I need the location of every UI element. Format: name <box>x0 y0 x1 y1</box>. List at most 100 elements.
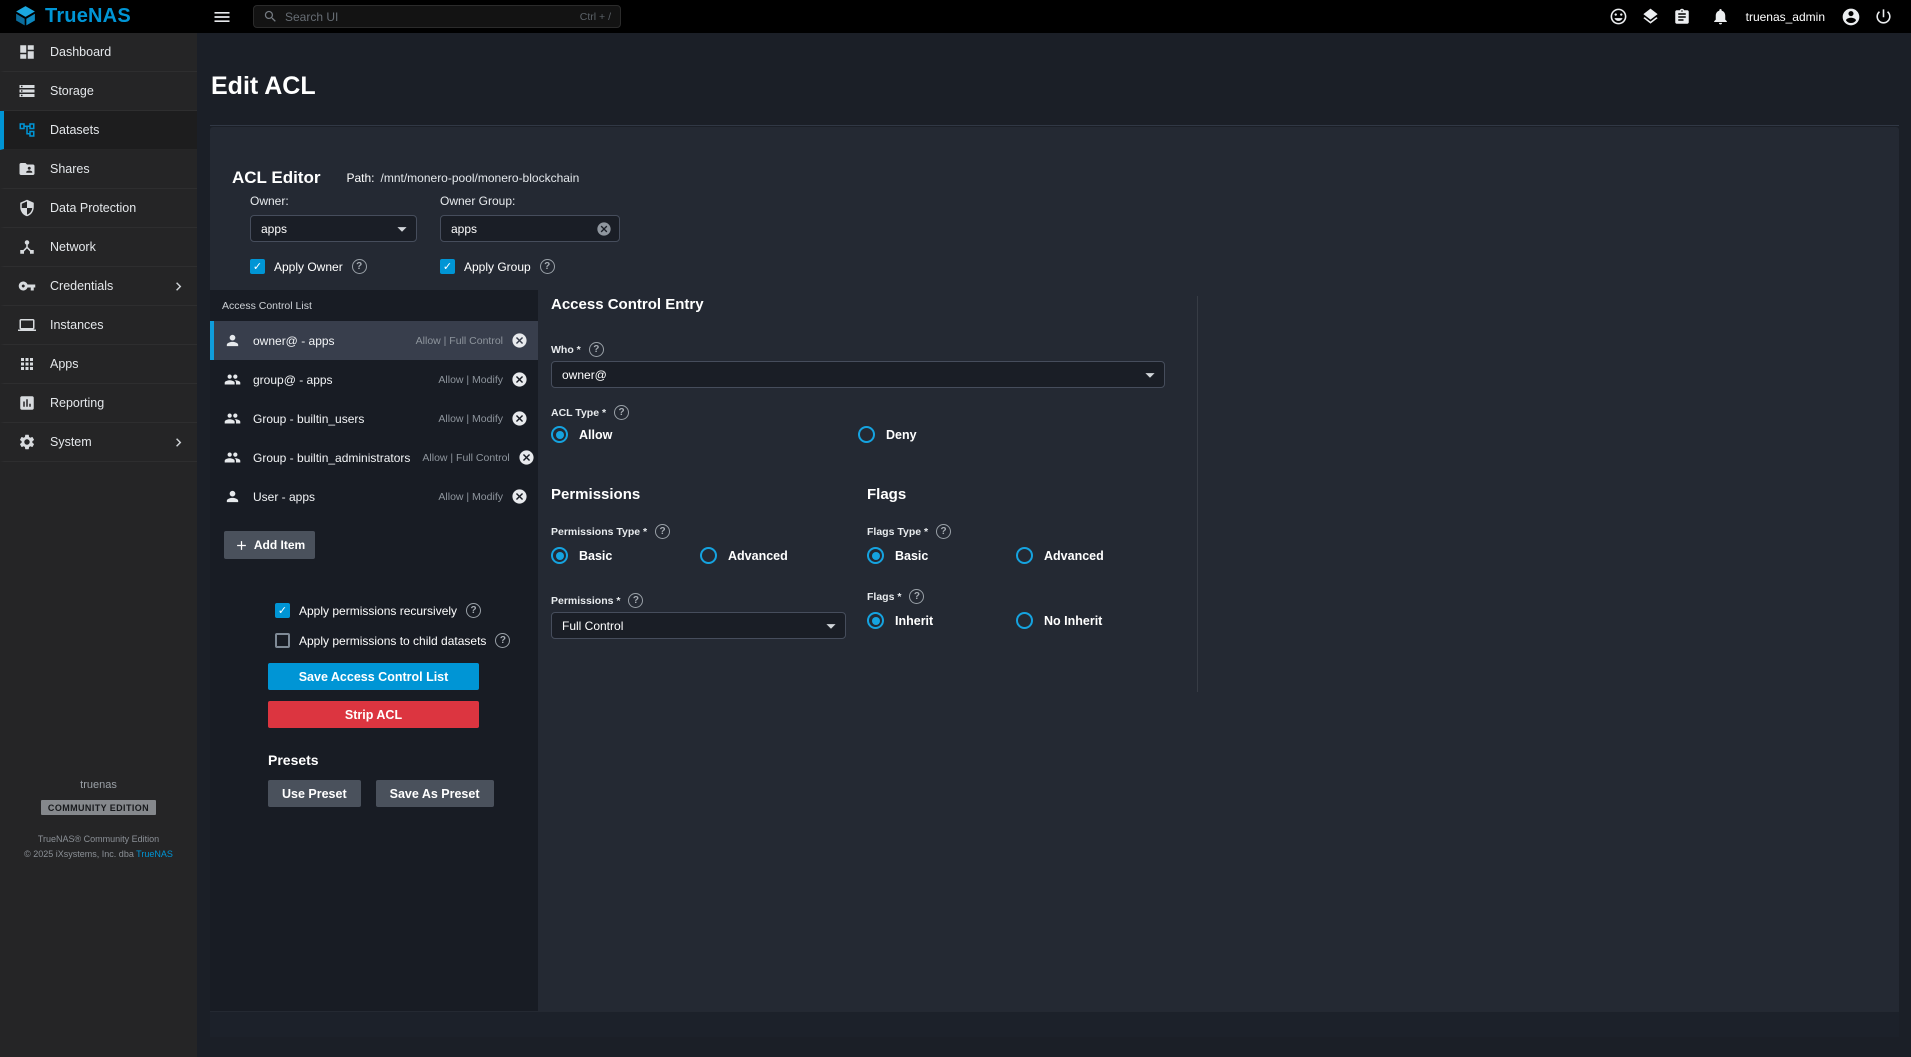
acl-entry-row[interactable]: owner@ - apps Allow | Full Control <box>210 321 538 360</box>
truenas-logo-icon <box>13 4 38 29</box>
sidebar-item-dashboard[interactable]: Dashboard <box>0 33 197 72</box>
acl-entry-row[interactable]: Group - builtin_users Allow | Modify <box>210 399 538 438</box>
sidebar-item-reporting[interactable]: Reporting <box>0 384 197 423</box>
sidebar-item-instances[interactable]: Instances <box>0 306 197 345</box>
use-preset-button[interactable]: Use Preset <box>268 780 361 807</box>
help-icon[interactable]: ? <box>628 593 643 608</box>
who-select-value: owner@ <box>562 368 1139 382</box>
acl-editor-card: ACL Editor Path: /mnt/monero-pool/monero… <box>210 127 1899 1037</box>
acl-entry-permission: Allow | Full Control <box>422 452 509 464</box>
help-icon[interactable]: ? <box>655 524 670 539</box>
add-item-button[interactable]: Add Item <box>224 531 315 559</box>
radio-icon <box>1016 547 1033 564</box>
radio-label: Basic <box>579 549 612 563</box>
sidebar-item-storage[interactable]: Storage <box>0 72 197 111</box>
acl-type-allow-radio[interactable]: Allow <box>551 426 612 443</box>
permissions-select[interactable]: Full Control <box>551 612 846 639</box>
acl-panes: Access Control List owner@ - apps Allow … <box>210 290 1899 1011</box>
apply-owner-checkbox-row[interactable]: ✓ Apply Owner ? <box>250 259 417 274</box>
permissions-type-label: Permissions Type * ? <box>551 524 670 539</box>
notifications-icon[interactable] <box>1711 7 1730 26</box>
strip-acl-button[interactable]: Strip ACL <box>268 701 479 728</box>
flags-inherit-radio[interactable]: Inherit <box>867 612 933 629</box>
delete-entry-icon[interactable] <box>511 488 528 505</box>
help-icon[interactable]: ? <box>540 259 555 274</box>
checkbox-checked-icon[interactable]: ✓ <box>250 259 265 274</box>
acl-entry-who: Group - builtin_administrators <box>253 451 410 465</box>
permissions-type-basic-radio[interactable]: Basic <box>551 547 612 564</box>
topbar-actions: truenas_admin <box>1609 7 1911 27</box>
acl-entry-row[interactable]: User - apps Allow | Modify <box>210 477 538 516</box>
delete-entry-icon[interactable] <box>518 449 535 466</box>
sidebar-item-shares[interactable]: Shares <box>0 150 197 189</box>
checkbox-checked-icon[interactable]: ✓ <box>275 603 290 618</box>
access-control-entry-pane: Access Control Entry Who * ? owner@ ACL … <box>538 290 1899 1011</box>
help-icon[interactable]: ? <box>936 524 951 539</box>
sidebar-item-label: Storage <box>50 84 94 98</box>
sidebar-item-label: Dashboard <box>50 45 111 59</box>
sidebar-item-apps[interactable]: Apps <box>0 345 197 384</box>
main-content: Edit ACL ACL Editor Path: /mnt/monero-po… <box>197 33 1911 1057</box>
apply-recursive-checkbox-row[interactable]: ✓ Apply permissions recursively ? <box>268 603 538 618</box>
save-access-control-list-button[interactable]: Save Access Control List <box>268 663 479 690</box>
access-control-list-pane: Access Control List owner@ - apps Allow … <box>210 290 538 1011</box>
chevron-right-icon <box>170 434 187 451</box>
sidebar-item-datasets[interactable]: Datasets <box>0 111 197 150</box>
path-value: /mnt/monero-pool/monero-blockchain <box>381 171 580 185</box>
power-icon[interactable] <box>1874 7 1893 26</box>
help-icon[interactable]: ? <box>589 342 604 357</box>
acl-entry-row[interactable]: Group - builtin_administrators Allow | F… <box>210 438 538 477</box>
group-icon <box>224 449 241 466</box>
flags-no-inherit-radio[interactable]: No Inherit <box>1016 612 1102 629</box>
dropdown-caret-icon <box>391 218 413 240</box>
checkbox-checked-icon[interactable]: ✓ <box>440 259 455 274</box>
help-icon[interactable]: ? <box>466 603 481 618</box>
owner-group-input[interactable]: apps <box>440 215 620 242</box>
brand-name: TrueNAS <box>45 5 131 28</box>
owner-select[interactable]: apps <box>250 215 417 242</box>
group-icon <box>224 410 241 427</box>
save-as-preset-button[interactable]: Save As Preset <box>376 780 494 807</box>
instances-icon <box>18 316 36 334</box>
sidebar-item-network[interactable]: Network <box>0 228 197 267</box>
delete-entry-icon[interactable] <box>511 332 528 349</box>
permissions-type-advanced-radio[interactable]: Advanced <box>700 547 788 564</box>
checkbox-unchecked-icon[interactable] <box>275 633 290 648</box>
apply-group-checkbox-row[interactable]: ✓ Apply Group ? <box>440 259 620 274</box>
delete-entry-icon[interactable] <box>511 410 528 427</box>
account-icon[interactable] <box>1841 7 1861 27</box>
apply-recursive-label: Apply permissions recursively <box>299 604 457 618</box>
help-icon[interactable]: ? <box>614 405 629 420</box>
ace-heading: Access Control Entry <box>551 296 704 313</box>
help-icon[interactable]: ? <box>495 633 510 648</box>
acl-type-deny-radio[interactable]: Deny <box>858 426 917 443</box>
search-input[interactable] <box>285 10 573 24</box>
jobs-icon[interactable] <box>1673 8 1691 26</box>
owner-group-value: apps <box>451 222 596 236</box>
help-icon[interactable]: ? <box>352 259 367 274</box>
radio-label: No Inherit <box>1044 614 1102 628</box>
feedback-icon[interactable] <box>1609 7 1628 26</box>
acl-entry-row[interactable]: group@ - apps Allow | Modify <box>210 360 538 399</box>
acl-entry-who: Group - builtin_users <box>253 412 364 426</box>
owner-label: Owner: <box>250 194 417 208</box>
flags-type-basic-radio[interactable]: Basic <box>867 547 928 564</box>
sidebar-item-credentials[interactable]: Credentials <box>0 267 197 306</box>
help-icon[interactable]: ? <box>909 589 924 604</box>
truenas-link[interactable]: TrueNAS <box>136 849 173 859</box>
who-label: Who * ? <box>551 342 604 357</box>
flags-type-advanced-radio[interactable]: Advanced <box>1016 547 1104 564</box>
sidebar-item-label: Instances <box>50 318 104 332</box>
owner-group-label: Owner Group: <box>440 194 620 208</box>
menu-icon[interactable] <box>212 7 232 27</box>
sidebar-item-system[interactable]: System <box>0 423 197 462</box>
who-select[interactable]: owner@ <box>551 361 1165 388</box>
acl-entry-who: group@ - apps <box>253 373 333 387</box>
delete-entry-icon[interactable] <box>511 371 528 388</box>
radio-label: Allow <box>579 428 612 442</box>
sidebar-item-data-protection[interactable]: Data Protection <box>0 189 197 228</box>
clear-icon[interactable] <box>596 221 612 237</box>
radio-label: Advanced <box>728 549 788 563</box>
layers-icon[interactable] <box>1641 7 1660 26</box>
apply-child-datasets-checkbox-row[interactable]: Apply permissions to child datasets ? <box>268 633 538 648</box>
